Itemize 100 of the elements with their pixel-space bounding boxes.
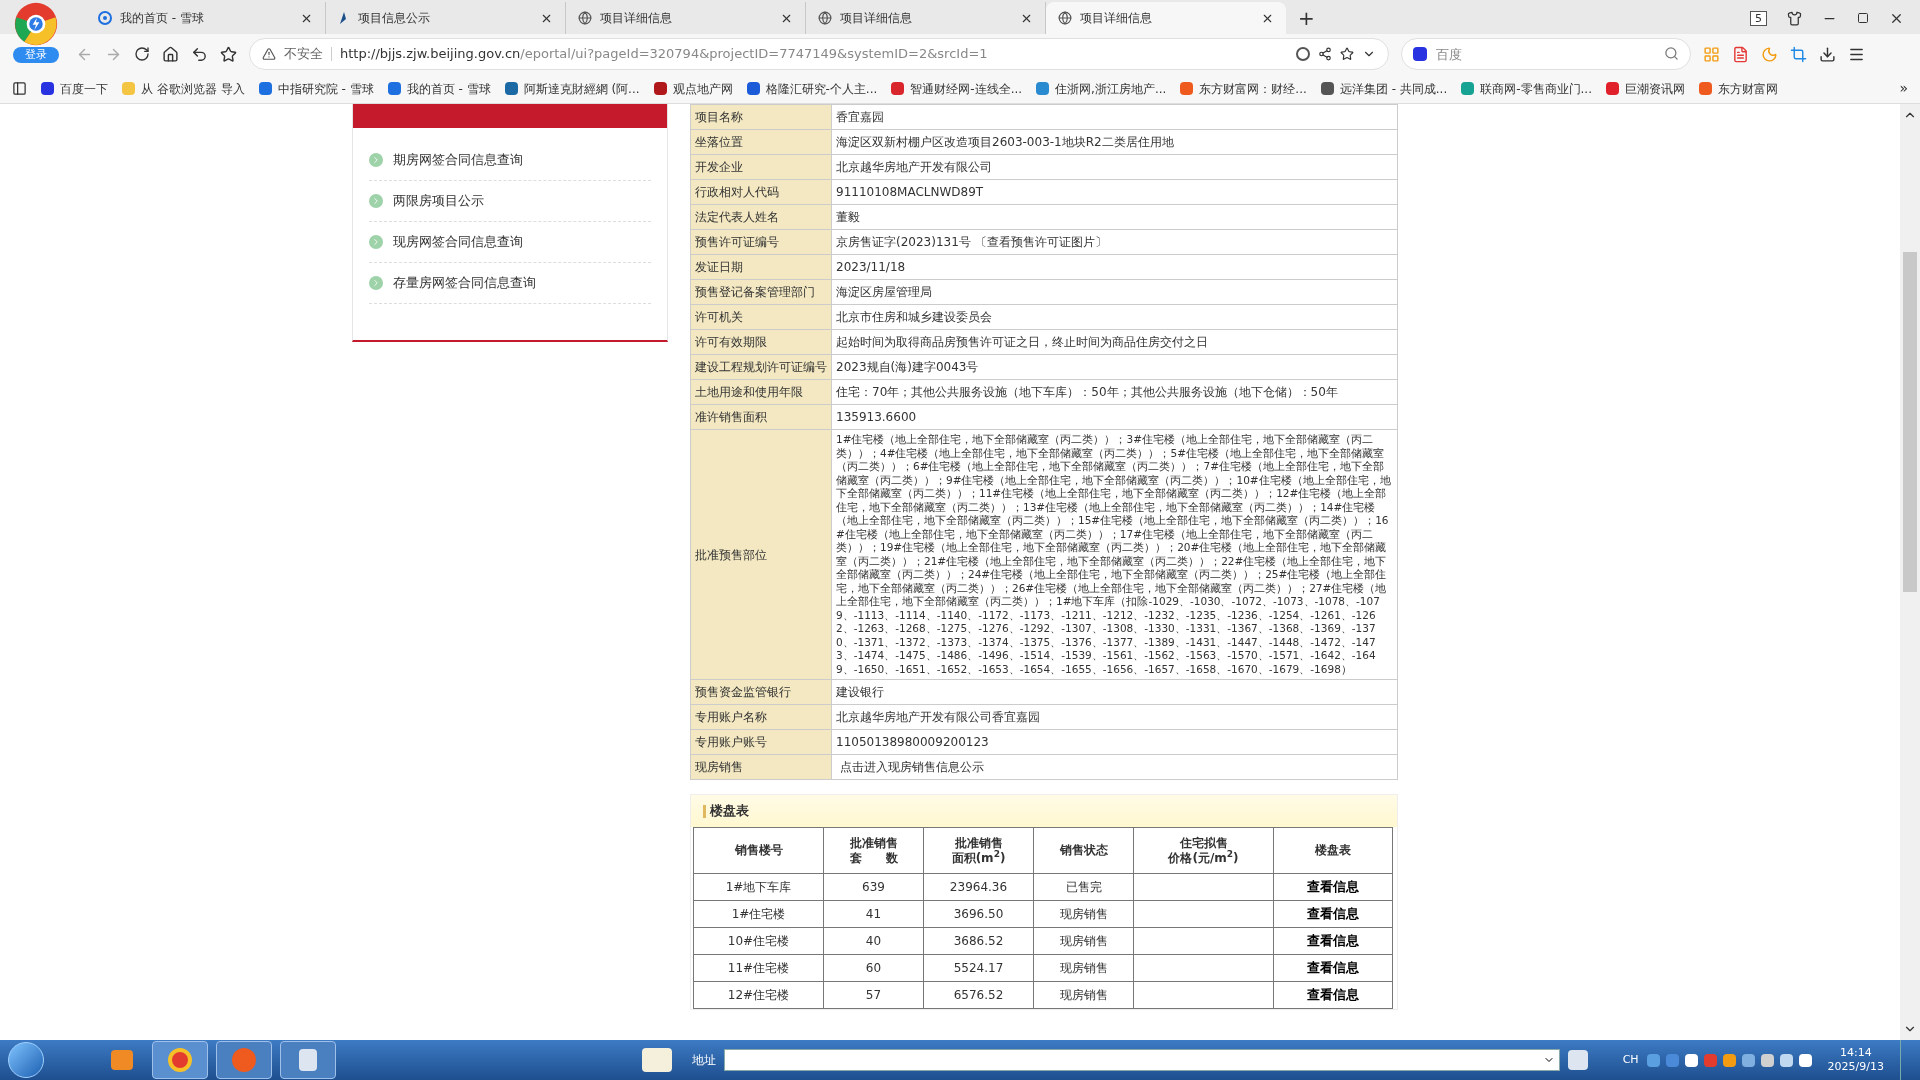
bookmark-item[interactable]: 我的首页 - 雪球 <box>387 79 491 98</box>
star-icon[interactable] <box>1340 47 1354 61</box>
column-header: 面积(m$^{2}$) <box>950 850 1007 866</box>
tab-title: 项目详细信息 <box>600 10 673 27</box>
bookmark-title: 从 谷歌浏览器 导入 <box>141 80 245 98</box>
table-cell: 5524.17 <box>923 954 1034 982</box>
detail-link[interactable]: 〔查看预售许可证图片〕 <box>974 235 1107 249</box>
scrollbar-thumb[interactable] <box>1903 252 1917 592</box>
reload-icon[interactable] <box>134 46 150 62</box>
security-label: 不安全 <box>284 45 323 64</box>
section-title: 楼盘表 <box>710 802 749 821</box>
download-icon[interactable] <box>1819 45 1836 63</box>
globe-icon <box>1058 11 1072 25</box>
tab-title: 项目信息公示 <box>358 10 431 27</box>
bookmark-item[interactable]: 智通财经网-连线全... <box>891 79 1023 98</box>
app-taskbar-icon[interactable] <box>216 1041 272 1079</box>
description-text: 1#住宅楼（地上全部住宅，地下全部储藏室（丙二类））；3#住宅楼（地上全部住宅，地下全部储藏室（丙二类））；4#住宅楼（地上全部住宅，地下全部储藏室（丙二类））；5#住宅楼（地上全部住宅，地下全部储藏室（丙二类））；6#住宅楼（地上全部住宅，地下全部储藏室（丙二类））；7#住宅楼（地上全部住宅，地下全部储藏室（丙二类））；9#住宅楼（地上全部住宅，地下全部储藏室（丙二类））；10#住宅楼（地上全部住宅，地下全部储藏室（丙二类））；11#住宅楼（地上全部住宅，地下全部储藏室（丙二类））；12#住宅楼（地上全部住宅，地下全部储藏室（丙二类））；13#住宅楼（地上全部住宅，地下全部储藏室（丙二类））；14#住宅楼（地上全部住宅，地下全部储藏室（丙二类））；15#住宅楼（地上全部住宅，地下全部储藏室（丙二类））；16#住宅楼（地上全部住宅，地下全部储藏室（丙二类））；17#住宅楼（地上全部住宅，地下全部储藏室（丙二类））；19#住宅楼（地上全部住宅，地下全部储藏室（丙二类））；20#住宅楼（地上全部住宅，地下全部储藏室（丙二类））；21#住宅楼（地上全部住宅，地下全部储藏室（丙二类））；22#住宅楼（地上全部住宅，地下全部储藏室（丙二类））；24#住宅楼（地上全部住宅，地下全部储藏室（丙二类））；25#住宅楼（地上全部住宅，地下全部储藏室（丙二类））；26#住宅楼（地上全部住宅，地下全部储藏室（丙二类））；27#住宅楼（地上全部住宅，地下全部储藏室（丙二类））；1#地下车库（扣除-1029、-1030、-1072、-1073、-1078、-1079、-1113、-1114、-1140、-1172、-1173、-1211、-1212、-1232、-1235、-1236、-1254、-1261、-1262、-1263、-1268、-1275、-1276、-1292、-1307、-1308、-1330、-1331、-1367、-1368、-1369、-1370、-1371、-1372、-1373、-1374、-1375、-1376、-1377、-1389、-1431、-1447、-1448、-1472、-1473、-1474、-1475、-1486、-1496、-1514、-1539、-1561、-1562、-1563、-1570、-1571、-1642、-1649、-1650、-1651、-1652、-1653、-1654、-1655、-1656、-1657、-1658、-1670、-1679、-1698） <box>831 429 1398 680</box>
field-value: 11050138980009200123 <box>831 729 1398 755</box>
bookmark-item[interactable]: 住浙网,浙江房地产... <box>1036 79 1167 98</box>
bookmark-title: 中指研究院 - 雪球 <box>277 80 374 98</box>
pdf-icon[interactable] <box>1732 45 1749 63</box>
field-value: 北京市住房和城乡建设委员会 <box>831 304 1398 330</box>
bookmark-title: 智通财经网-连线全... <box>910 80 1023 98</box>
column-header: 套 数 <box>848 850 899 866</box>
bookmark-title: 巨潮资讯网 <box>1625 80 1685 98</box>
field-value: 2023/11/18 <box>831 254 1398 280</box>
share-icon[interactable] <box>1318 47 1332 61</box>
bookmark-item[interactable]: 联商网-零售商业门... <box>1461 79 1592 98</box>
field-label: 项目名称 <box>690 104 832 130</box>
star-icon[interactable] <box>220 45 237 63</box>
browser-taskbar-icon[interactable] <box>152 1041 208 1079</box>
field-label: 土地用途和使用年限 <box>690 379 832 405</box>
bookmark-item[interactable]: 中指研究院 - 雪球 <box>258 79 374 98</box>
go-icon[interactable] <box>1568 1050 1588 1070</box>
sidebar-link[interactable]: 存量房网签合同信息查询 <box>369 263 651 304</box>
search-icon[interactable] <box>1664 46 1679 61</box>
table-cell: 现房销售 <box>1033 900 1134 928</box>
maximize-icon[interactable] <box>1857 12 1869 24</box>
field-label: 预售许可证编号 <box>690 229 832 255</box>
tab-count-badge[interactable]: 5 <box>1750 10 1767 26</box>
field-value: 京房售证字(2023)131号 〔查看预售许可证图片〕 <box>831 229 1398 255</box>
language-indicator[interactable]: CH <box>1622 1051 1639 1069</box>
bookmark-title: 观点地产网 <box>672 80 733 98</box>
more-bookmarks-button[interactable]: » <box>1899 78 1908 99</box>
browser-tab[interactable]: 项目详细信息 <box>1046 2 1286 34</box>
table-cell: 3696.50 <box>923 900 1034 928</box>
field-label: 法定代表人姓名 <box>690 204 832 230</box>
bookmark-title: 联商网-零售商业门... <box>1480 80 1592 98</box>
tray-icon[interactable] <box>1741 1053 1755 1067</box>
field-value: 135913.6600 <box>831 404 1398 430</box>
tray-icon[interactable] <box>1760 1053 1774 1067</box>
table-cell: 1#住宅楼 <box>693 900 824 928</box>
tray-icon[interactable] <box>1722 1053 1736 1067</box>
bookmark-item[interactable]: 巨潮资讯网 <box>1606 79 1685 98</box>
address-bar[interactable]: 不安全 http://bjjs.zjw.beijing.gov.cn/eportal/ui?pageId=320794&projectID=7747149&systemID=2&srcId=1 <box>249 38 1389 70</box>
bookmark-title: 住浙网,浙江房地产... <box>1055 80 1167 98</box>
detail-link[interactable]: 点击进入现房销售信息公示 <box>840 760 984 774</box>
tray-icon[interactable] <box>1684 1053 1698 1067</box>
bookmark-item[interactable]: 从 谷歌浏览器 导入 <box>122 79 245 98</box>
crop-icon[interactable] <box>1790 45 1807 63</box>
bookmark-title: 我的首页 - 雪球 <box>406 80 491 98</box>
home-icon[interactable] <box>162 45 179 63</box>
sidebar-link[interactable]: 两限房项目公示 <box>369 181 651 222</box>
column-header: 销售状态 <box>1058 843 1109 858</box>
column-header: 楼盘表 <box>1314 843 1352 858</box>
table-cell: 1#地下车库 <box>693 873 824 901</box>
field-label: 发证日期 <box>690 254 832 280</box>
scrollbar[interactable] <box>1900 104 1920 1040</box>
undo-icon[interactable] <box>191 45 208 63</box>
bookmark-item[interactable]: 观点地产网 <box>653 79 733 98</box>
sidebar-toggle-icon[interactable] <box>12 81 27 96</box>
bookmark-item[interactable]: 东方财富网：财经... <box>1180 79 1307 98</box>
bookmark-item[interactable]: 东方财富网 <box>1699 79 1778 98</box>
field-label: 开发企业 <box>690 154 832 180</box>
chevron-icon <box>369 235 383 249</box>
tray-icon[interactable] <box>1798 1053 1812 1067</box>
calculator-icon[interactable] <box>280 1041 336 1079</box>
bookmark-item[interactable]: 阿斯達克財經網 (阿... <box>504 79 640 98</box>
sidebar-link[interactable]: 现房网签合同信息查询 <box>369 222 651 263</box>
bookmark-item[interactable]: 百度一下 <box>41 79 108 98</box>
sidebar-link[interactable]: 期房网签合同信息查询 <box>369 140 651 181</box>
address-label: 地址 <box>692 1052 716 1069</box>
clock[interactable]: 14:14 2025/9/13 <box>1819 1046 1892 1074</box>
address-field[interactable] <box>724 1049 1560 1071</box>
start-button[interactable] <box>8 1042 44 1078</box>
shirt-icon[interactable] <box>1787 10 1802 26</box>
chevron-icon <box>369 153 383 167</box>
new-tab-button[interactable]: + <box>1286 2 1327 34</box>
tab-title: 我的首页 - 雪球 <box>120 10 205 27</box>
bookmark-title: 阿斯達克財經網 (阿... <box>523 80 640 98</box>
bookmark-item[interactable]: 远洋集团 - 共同成... <box>1320 79 1448 98</box>
field-value: 北京越华房地产开发有限公司 <box>831 154 1398 180</box>
field-label: 批准预售部位 <box>690 429 832 680</box>
field-value: 香宜嘉园 <box>831 104 1398 130</box>
column-header: 住宅拟售 <box>1178 835 1229 850</box>
tab-title: 项目详细信息 <box>1080 10 1153 27</box>
tray-icon[interactable] <box>1779 1053 1793 1067</box>
bookmark-item[interactable]: 格隆汇研究-个人主... <box>746 79 878 98</box>
globe-icon <box>818 11 832 25</box>
search-field[interactable]: 百度 <box>1401 38 1691 70</box>
